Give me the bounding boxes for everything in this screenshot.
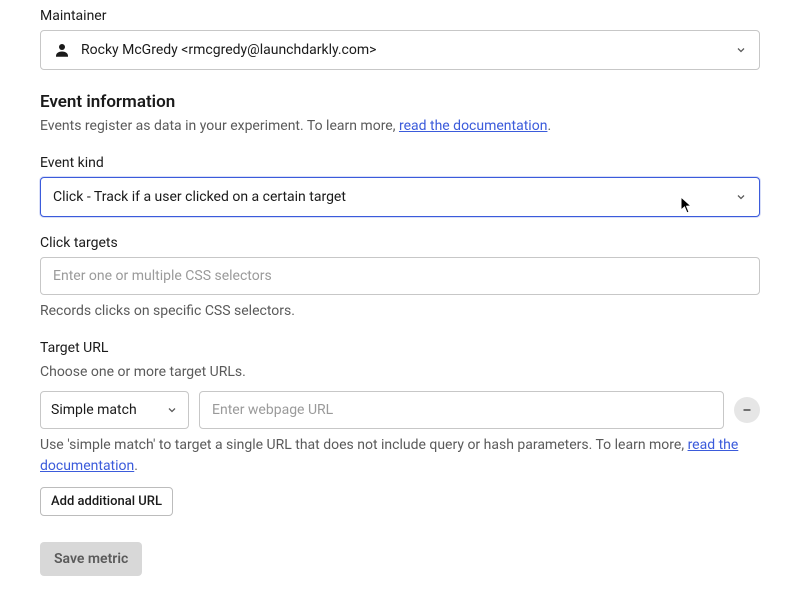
event-kind-select[interactable]: Click - Track if a user clicked on a cer… — [40, 177, 760, 217]
maintainer-value: Rocky McGredy <rmcgredy@launchdarkly.com… — [81, 42, 376, 58]
event-info-heading: Event information — [40, 92, 760, 112]
event-kind-value: Click - Track if a user clicked on a cer… — [53, 189, 346, 205]
target-url-label: Target URL — [40, 340, 760, 356]
target-url-input[interactable] — [199, 391, 724, 429]
event-info-help: Events register as data in your experime… — [40, 116, 760, 137]
target-url-sub: Choose one or more target URLs. — [40, 362, 760, 383]
add-url-button[interactable]: Add additional URL — [40, 487, 173, 516]
maintainer-select[interactable]: Rocky McGredy <rmcgredy@launchdarkly.com… — [40, 30, 760, 70]
remove-url-button[interactable] — [734, 397, 760, 423]
target-url-help: Use 'simple match' to target a single UR… — [40, 435, 760, 477]
chevron-down-icon — [735, 191, 747, 203]
event-kind-label: Event kind — [40, 155, 760, 171]
match-mode-select[interactable]: Simple match — [40, 391, 189, 429]
minus-icon — [741, 404, 753, 416]
event-info-doc-link[interactable]: read the documentation — [399, 118, 547, 134]
click-targets-help: Records clicks on specific CSS selectors… — [40, 301, 760, 322]
click-targets-label: Click targets — [40, 235, 760, 251]
chevron-down-icon — [166, 404, 178, 416]
click-targets-input[interactable] — [40, 257, 760, 295]
maintainer-label: Maintainer — [40, 8, 760, 24]
person-icon — [53, 41, 71, 59]
save-metric-button[interactable]: Save metric — [40, 542, 142, 576]
match-mode-value: Simple match — [51, 402, 166, 418]
chevron-down-icon — [735, 44, 747, 56]
